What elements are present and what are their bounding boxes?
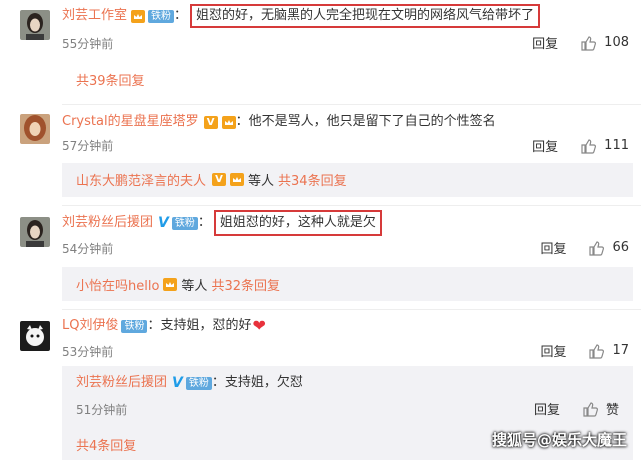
fan-badge: 铁粉: [171, 216, 198, 230]
view-replies-link[interactable]: 共4条回复: [76, 435, 136, 454]
colon: ：: [147, 318, 161, 333]
reply-user-link[interactable]: 山东大鹏范泽言的夫人: [76, 170, 206, 189]
verified-v-icon: V: [203, 115, 218, 129]
vip-crown-icon: [131, 9, 146, 23]
username[interactable]: 刘芸粉丝后援团: [76, 373, 167, 393]
vip-crown-icon: [230, 173, 245, 186]
username[interactable]: LQ刘伊俊: [62, 316, 118, 336]
comment-text: 他不是骂人，他只是留下了自己的个性签名: [248, 114, 496, 129]
like-count: 66: [612, 240, 629, 255]
thumb-up-icon[interactable]: [588, 343, 605, 359]
timestamp: 55分钟前: [62, 37, 114, 51]
reply-button[interactable]: 回复: [532, 136, 558, 155]
thumb-up-icon[interactable]: [582, 401, 598, 417]
username[interactable]: Crystal的星盘星座塔罗: [62, 112, 199, 132]
view-replies-link[interactable]: 共34条回复: [278, 170, 347, 189]
comment-text: 姐怼的好，无脑黑的人完全把现在文明的网络风气给带坏了: [190, 4, 541, 28]
like-count: 17: [612, 343, 629, 358]
fan-badge: 铁粉: [148, 9, 175, 23]
reply-summary-text: 等人: [181, 279, 208, 294]
view-replies-link[interactable]: 共32条回复: [211, 275, 280, 294]
avatar[interactable]: [20, 114, 50, 144]
like-label[interactable]: 赞: [606, 399, 619, 418]
weibo-comment-list: 刘芸工作室 铁粉 ： 姐怼的好，无脑黑的人完全把现在文明的网络风气给带坏了 55…: [0, 0, 641, 460]
fan-badge: 铁粉: [121, 319, 148, 333]
thumb-up-icon[interactable]: [588, 240, 605, 256]
reply-button[interactable]: 回复: [532, 33, 558, 52]
username[interactable]: 刘芸工作室: [62, 6, 127, 26]
verified-v-icon: V: [172, 375, 183, 391]
divider: [62, 309, 641, 310]
thumb-up-icon[interactable]: [580, 138, 597, 154]
comment-text: 姐姐怼的好，这种人就是欠: [213, 210, 382, 236]
like-count: 111: [604, 138, 629, 153]
avatar[interactable]: [20, 321, 50, 351]
nested-reply-line: 刘芸粉丝后援团 V 铁粉 ： 支持姐，欠怼: [76, 373, 303, 393]
timestamp: 54分钟前: [62, 242, 114, 256]
thumb-up-icon[interactable]: [580, 35, 597, 51]
reply-button[interactable]: 回复: [534, 399, 560, 418]
avatar[interactable]: [20, 217, 50, 247]
reply-button[interactable]: 回复: [540, 238, 566, 257]
colon: ：: [174, 8, 188, 23]
verified-v-icon: V: [158, 215, 169, 231]
timestamp: 53分钟前: [62, 345, 114, 359]
watermark: 搜狐号@娱乐大魔王: [491, 431, 627, 449]
timestamp: 57分钟前: [62, 139, 114, 153]
reply-summary[interactable]: 小怡在吗hello 等人 共32条回复: [76, 275, 280, 294]
reply-summary[interactable]: 山东大鹏范泽言的夫人 V 等人 共34条回复: [76, 170, 347, 189]
divider: [62, 104, 641, 105]
vip-crown-icon: [163, 278, 178, 291]
colon: ：: [197, 215, 211, 230]
like-count: 108: [604, 35, 629, 50]
reply-user-link[interactable]: 小怡在吗hello: [76, 275, 159, 294]
verified-v-icon: V: [212, 173, 227, 186]
vip-crown-icon: [221, 115, 236, 129]
divider: [62, 205, 641, 206]
comment-text: 支持姐，欠怼: [224, 375, 303, 390]
heart-emoji-icon: ❤: [252, 316, 266, 335]
username[interactable]: 刘芸粉丝后援团: [62, 213, 153, 233]
timestamp: 51分钟前: [76, 403, 128, 417]
reply-button[interactable]: 回复: [540, 341, 566, 360]
colon: ：: [211, 375, 225, 390]
view-replies-link[interactable]: 共39条回复: [76, 70, 145, 89]
colon: ：: [235, 114, 249, 129]
fan-badge: 铁粉: [185, 376, 212, 390]
avatar[interactable]: [20, 10, 50, 40]
replies-panel: [62, 62, 633, 94]
reply-summary-text: 等人: [248, 174, 275, 189]
comment-text: 支持姐，怼的好: [160, 318, 252, 333]
